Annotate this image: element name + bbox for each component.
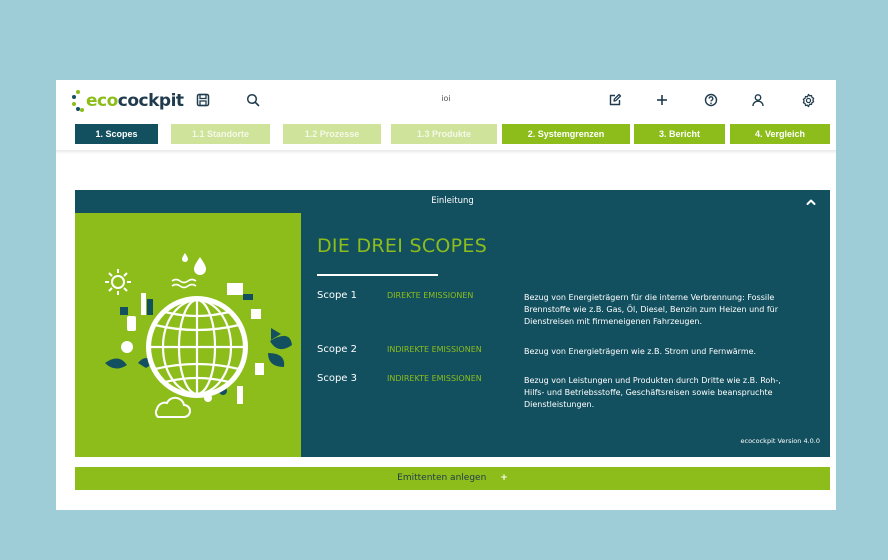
help-icon[interactable] [701, 90, 721, 110]
top-bar: ecocockpit ioi [56, 80, 836, 120]
factory-icon [227, 283, 243, 295]
tab-prozesse[interactable]: 1.2 Prozesse [283, 124, 381, 144]
scope-1-name: Scope 1 [317, 290, 358, 301]
scope-2-type: INDIREKTE EMISSIONEN [387, 345, 482, 354]
chevron-up-icon[interactable] [804, 194, 818, 208]
chimney-icon [141, 293, 146, 315]
drop-icon [194, 257, 206, 275]
save-icon[interactable] [193, 90, 213, 110]
header-divider [56, 150, 836, 154]
version-label: ecocockpit Version 4.0.0 [740, 437, 821, 445]
heading-divider [317, 274, 438, 276]
recycle-icon [121, 341, 133, 353]
intro-panel: Einleitung DIE DREI SCOPES Scope 1 DIREK… [75, 190, 830, 457]
tab-scopes[interactable]: 1. Scopes [75, 124, 158, 144]
battery-icon [127, 316, 136, 331]
box-icon [255, 363, 264, 375]
panel-content: DIE DREI SCOPES Scope 1 DIREKTE EMISSION… [301, 213, 830, 457]
leaf-icon [268, 353, 285, 367]
globe-illustration [75, 213, 301, 457]
tab-bericht[interactable]: 3. Bericht [634, 124, 725, 144]
panel-header[interactable]: Einleitung [75, 190, 830, 213]
section-heading: DIE DREI SCOPES [317, 235, 488, 257]
scope-2-name: Scope 2 [317, 344, 358, 355]
tab-produkte[interactable]: 1.3 Produkte [391, 124, 497, 144]
ecocockpit-logo[interactable]: ecocockpit [72, 88, 184, 114]
leaf-icon [105, 358, 127, 369]
add-emitters-label: Emittenten anlegen [397, 473, 487, 483]
sun-icon [105, 269, 131, 295]
scope-3-description: Bezug von Leistungen und Produkten durch… [524, 376, 781, 409]
tab-systemgrenzen[interactable]: 2. Systemgrenzen [502, 124, 630, 144]
box-icon [251, 309, 261, 319]
tab-vergleich[interactable]: 4. Vergleich [730, 124, 830, 144]
scope-3-type: INDIREKTE EMISSIONEN [387, 374, 482, 383]
user-icon[interactable] [748, 90, 768, 110]
add-emitters-button[interactable]: Emittenten anlegen + [75, 467, 830, 490]
drop-icon [182, 253, 188, 262]
scope-2-description: Bezug von Energieträgern wie z.B. Strom … [524, 347, 757, 356]
waves-icon [171, 278, 197, 289]
panel-title: Einleitung [431, 196, 474, 206]
wizard-tabs: 1. Scopes 1.1 Standorte 1.2 Prozesse 1.3… [75, 124, 830, 144]
plus-icon[interactable] [652, 90, 672, 110]
settings-icon[interactable] [798, 90, 818, 110]
tab-standorte[interactable]: 1.1 Standorte [171, 124, 270, 144]
globe-icon [146, 296, 248, 398]
project-title: ioi [441, 94, 451, 103]
logo-text: ecocockpit [86, 91, 184, 111]
scope-3-name: Scope 3 [317, 373, 358, 384]
edit-icon[interactable] [605, 90, 625, 110]
scope-1-type: DIREKTE EMISSIONEN [387, 291, 474, 300]
bottle-icon [237, 386, 243, 404]
app-window: ecocockpit ioi 1. Scopes 1.1 Standorte 1… [56, 80, 836, 510]
search-icon[interactable] [243, 90, 263, 110]
plus-icon: + [500, 473, 508, 483]
logo-dots-icon [72, 90, 84, 112]
scope-1-description: Bezug von Energieträgern für die interne… [524, 293, 779, 326]
cloud-icon [154, 396, 191, 418]
